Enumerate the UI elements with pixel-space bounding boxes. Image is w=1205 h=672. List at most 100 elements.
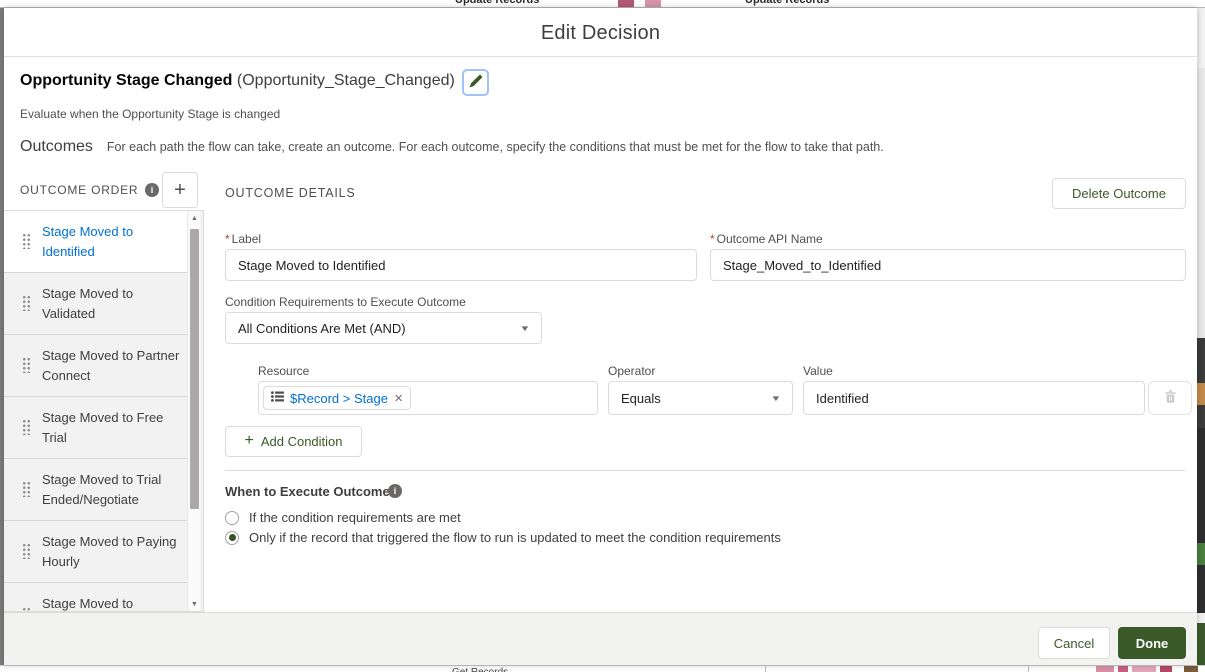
outcomes-help-text: For each path the flow can take, create … (106, 140, 884, 154)
background-divider (1028, 666, 1029, 672)
modal-title: Edit Decision (540, 22, 661, 44)
background-fragment (1197, 68, 1205, 338)
radio-option-label: Only if the record that triggered the fl… (249, 530, 781, 545)
operator-value: Equals (621, 390, 661, 406)
edit-decision-name-button[interactable] (462, 69, 489, 96)
outcome-details-heading: OUTCOME DETAILS (225, 186, 356, 200)
decision-title: Opportunity Stage Changed (Opportunity_S… (20, 72, 455, 90)
background-element-icon (1132, 666, 1156, 672)
add-outcome-button[interactable]: + (162, 172, 198, 208)
drag-handle-icon[interactable] (22, 419, 30, 435)
outcome-list-scrollbar[interactable]: ▲ ▼ (187, 211, 200, 611)
background-element-icon (1160, 666, 1172, 672)
delete-outcome-button[interactable]: Delete Outcome (1052, 178, 1186, 209)
add-condition-button[interactable]: + Add Condition (225, 426, 362, 457)
outcome-item-label: Stage Moved to Free Trial (42, 410, 164, 446)
record-variable-icon (271, 389, 284, 407)
resource-pill-label: $Record > Stage (290, 390, 388, 406)
background-element-icon (1096, 666, 1114, 672)
operator-label: Operator (608, 364, 656, 378)
outcome-list-item[interactable]: Stage Moved to Paying Hourly (4, 521, 188, 583)
label-input[interactable] (225, 249, 697, 281)
chevron-down-icon: ▼ (770, 393, 782, 403)
background-element-icon (1184, 666, 1198, 672)
decision-api-name: (Opportunity_Stage_Changed) (236, 72, 455, 89)
background-element-icon (645, 0, 661, 7)
condition-requirements-label: Condition Requirements to Execute Outcom… (225, 295, 466, 309)
radio-option-if-conditions-met[interactable]: If the condition requirements are met (225, 510, 461, 525)
cancel-button[interactable]: Cancel (1038, 627, 1110, 659)
screen: Update Records Update Records Get Record… (0, 0, 1205, 672)
outcome-order-list: Stage Moved to Identified Stage Moved to… (4, 210, 204, 612)
drag-handle-icon[interactable] (22, 481, 30, 497)
drag-handle-icon[interactable] (22, 233, 30, 249)
required-asterisk: * (225, 232, 230, 246)
background-element-icon (1118, 666, 1128, 672)
outcome-item-label: Stage Moved to Validated (42, 286, 134, 322)
radio-selected-icon[interactable] (225, 530, 239, 545)
radio-option-only-if-updated[interactable]: Only if the record that triggered the fl… (225, 530, 781, 545)
api-name-field-label: * Outcome API Name (710, 232, 823, 246)
outcome-item-label: Stage Moved to Partner Connect (42, 348, 180, 384)
outcome-item-label: Stage Moved to Paying Hourly (42, 534, 177, 570)
chevron-down-icon: ▼ (519, 323, 531, 333)
edit-decision-modal: Edit Decision Opportunity Stage Changed … (4, 8, 1197, 665)
background-fragment (1197, 428, 1205, 613)
background-right-strip (1197, 8, 1205, 665)
outcome-list-item[interactable]: Stage Moved to Trial Ended/Negotiate (4, 459, 188, 521)
radio-unselected-icon[interactable] (225, 510, 239, 525)
drag-handle-icon[interactable] (22, 295, 30, 311)
done-button[interactable]: Done (1118, 627, 1186, 659)
remove-pill-icon[interactable]: ✕ (394, 392, 403, 405)
background-fragment (1197, 623, 1205, 665)
background-fragment (1197, 543, 1205, 565)
drag-handle-icon[interactable] (22, 543, 30, 559)
background-node-label: Get Records (452, 667, 508, 672)
value-label: Value (803, 364, 833, 378)
background-top-strip: Update Records Update Records (0, 0, 1205, 8)
trash-icon (1163, 389, 1178, 407)
operator-select[interactable]: Equals ▼ (608, 381, 793, 415)
value-input[interactable] (803, 381, 1145, 415)
outcome-list-item[interactable]: Stage Moved to Partner Connect (4, 335, 188, 397)
background-fragment (1197, 383, 1205, 405)
decision-description: Evaluate when the Opportunity Stage is c… (20, 107, 281, 121)
outcome-order-title: OUTCOME ORDER (20, 183, 139, 197)
outcomes-heading: Outcomes (20, 138, 93, 155)
resource-combobox[interactable]: $Record > Stage ✕ (258, 381, 598, 415)
radio-option-label: If the condition requirements are met (249, 510, 461, 525)
label-field-label: * Label (225, 232, 262, 246)
outcome-item-label: Stage Moved to Identified (42, 224, 134, 260)
scroll-up-icon[interactable]: ▲ (188, 211, 201, 225)
delete-condition-button[interactable] (1148, 381, 1192, 415)
outcome-list-item[interactable]: Stage Moved to Validated (4, 273, 188, 335)
scroll-down-icon[interactable]: ▼ (188, 597, 201, 611)
modal-titlebar: Edit Decision (4, 8, 1197, 57)
outcome-list-item[interactable]: Stage Moved to Identified (4, 211, 188, 273)
api-name-input[interactable] (710, 249, 1186, 281)
when-to-execute-label: When to Execute Outcome (225, 484, 390, 499)
resource-pill[interactable]: $Record > Stage ✕ (263, 386, 412, 410)
resource-label: Resource (258, 364, 310, 378)
outcome-item-label: Stage Moved to Trial Ended/Negotiate (42, 472, 162, 508)
decision-name: Opportunity Stage Changed (20, 72, 233, 89)
pencil-icon (469, 74, 483, 91)
background-node-label: Update Records (455, 0, 540, 6)
drag-handle-icon[interactable] (22, 357, 30, 373)
modal-footer: Cancel Done (4, 612, 1197, 665)
outcome-list-item[interactable]: Stage Moved to (4, 583, 188, 611)
add-condition-label: Add Condition (260, 434, 343, 449)
condition-requirements-value: All Conditions Are Met (AND) (238, 320, 406, 336)
background-divider (765, 666, 766, 672)
info-icon[interactable]: i (388, 484, 402, 498)
background-bottom-strip: Get Records (0, 665, 1205, 672)
outcomes-section-header: Outcomes For each path the flow can take… (20, 138, 884, 156)
outcome-item-label: Stage Moved to (42, 596, 134, 611)
plus-icon: + (244, 431, 254, 449)
scrollbar-thumb[interactable] (190, 229, 199, 509)
info-icon[interactable]: i (145, 183, 159, 197)
section-divider (225, 470, 1185, 471)
background-element-icon (618, 0, 634, 7)
outcome-list-item[interactable]: Stage Moved to Free Trial (4, 397, 188, 459)
condition-requirements-select[interactable]: All Conditions Are Met (AND) ▼ (225, 312, 542, 344)
